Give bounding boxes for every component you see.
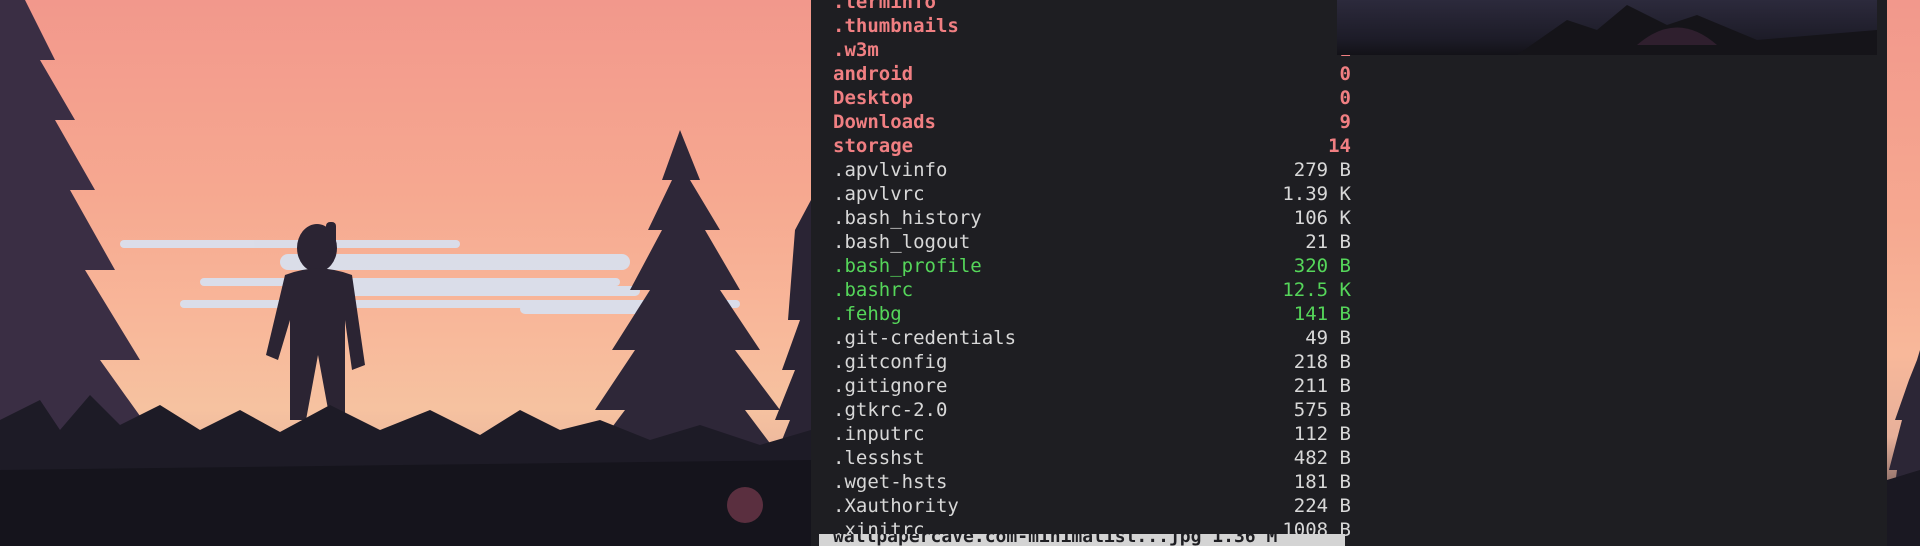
file-size: 575 B: [1293, 399, 1351, 421]
file-size: 211 B: [1293, 375, 1351, 397]
status-bar: wallpapercave.com-minimalist...jpg 1.36 …: [819, 534, 1345, 546]
file-size: 112 B: [1293, 423, 1351, 445]
file-size: 320 B: [1293, 255, 1351, 277]
file-name: .apvlvinfo: [833, 159, 948, 181]
file-list-item[interactable]: Desktop 0: [833, 86, 1351, 110]
file-name: .bash_history: [833, 207, 982, 229]
file-size: 0: [1339, 63, 1351, 85]
file-size: 218 B: [1293, 351, 1351, 373]
file-name: .gitconfig: [833, 351, 948, 373]
file-list-item[interactable]: .gitignore 211 B: [833, 374, 1351, 398]
file-size: 106 K: [1293, 207, 1351, 229]
file-list-item[interactable]: .terminfo1: [833, 0, 1351, 14]
file-size: 9: [1339, 111, 1351, 133]
file-list-item[interactable]: android 0: [833, 62, 1351, 86]
file-name: .gtkrc-2.0: [833, 399, 948, 421]
file-name: .bash_logout: [833, 231, 971, 253]
file-name: .w3m: [833, 39, 879, 61]
file-name: .wget-hsts: [833, 471, 948, 493]
file-size: 1.39 K: [1282, 183, 1351, 205]
file-list-item[interactable]: .Xauthority 224 B: [833, 494, 1351, 518]
file-size: 279 B: [1293, 159, 1351, 181]
file-list-item[interactable]: .gitconfig 218 B: [833, 350, 1351, 374]
file-name: .thumbnails: [833, 15, 959, 37]
file-list-item[interactable]: .lesshst 482 B: [833, 446, 1351, 470]
file-list-item[interactable]: .gtkrc-2.0 575 B: [833, 398, 1351, 422]
file-list-item[interactable]: .fehbg 141 B: [833, 302, 1351, 326]
file-list-item[interactable]: .inputrc 112 B: [833, 422, 1351, 446]
file-list[interactable]: .terminfo1.thumbnails2.w3m1android0Deskt…: [833, 0, 1351, 542]
file-name: .apvlvrc: [833, 183, 925, 205]
file-size: 12.5 K: [1282, 279, 1351, 301]
file-name: .terminfo: [833, 0, 936, 13]
image-preview: [1337, 0, 1877, 55]
file-list-item[interactable]: .bashrc 12.5 K: [833, 278, 1351, 302]
file-name: Downloads: [833, 111, 936, 133]
wallpaper-left: [0, 0, 811, 546]
file-size: 482 B: [1293, 447, 1351, 469]
file-list-item[interactable]: .git-credentials 49 B: [833, 326, 1351, 350]
file-name: .inputrc: [833, 423, 925, 445]
file-size: 224 B: [1293, 495, 1351, 517]
file-name: .fehbg: [833, 303, 902, 325]
file-name: android: [833, 63, 914, 85]
file-list-item[interactable]: .bash_history 106 K: [833, 206, 1351, 230]
file-list-item[interactable]: .apvlvinfo 279 B: [833, 158, 1351, 182]
file-size: 141 B: [1293, 303, 1351, 325]
file-name: .bashrc: [833, 279, 914, 301]
file-list-item[interactable]: .bash_logout 21 B: [833, 230, 1351, 254]
file-size: 181 B: [1293, 471, 1351, 493]
file-list-item[interactable]: .apvlvrc 1.39 K: [833, 182, 1351, 206]
file-size: 0: [1339, 87, 1351, 109]
wallpaper-right: [1887, 0, 1920, 546]
terminal-window[interactable]: .terminfo1.thumbnails2.w3m1android0Deskt…: [811, 0, 1887, 546]
status-text: wallpapercave.com-minimalist...jpg 1.36 …: [833, 534, 1278, 546]
file-size: 14: [1328, 135, 1351, 157]
file-name: .bash_profile: [833, 255, 982, 277]
file-name: Desktop: [833, 87, 914, 109]
file-name: .Xauthority: [833, 495, 959, 517]
file-list-item[interactable]: .thumbnails2: [833, 14, 1351, 38]
file-size: 49 B: [1305, 327, 1351, 349]
file-name: .git-credentials: [833, 327, 1017, 349]
preview-art: [1517, 5, 1877, 55]
file-name: .gitignore: [833, 375, 948, 397]
file-list-item[interactable]: Downloads 9: [833, 110, 1351, 134]
file-list-item[interactable]: storage 14: [833, 134, 1351, 158]
file-list-item[interactable]: .w3m1: [833, 38, 1351, 62]
wallpaper-right-art: [1887, 350, 1920, 546]
file-name: storage: [833, 135, 914, 157]
wallpaper-art: [0, 0, 811, 546]
file-size: 21 B: [1305, 231, 1351, 253]
file-list-item[interactable]: .bash_profile 320 B: [833, 254, 1351, 278]
file-name: .lesshst: [833, 447, 925, 469]
file-list-item[interactable]: .wget-hsts 181 B: [833, 470, 1351, 494]
